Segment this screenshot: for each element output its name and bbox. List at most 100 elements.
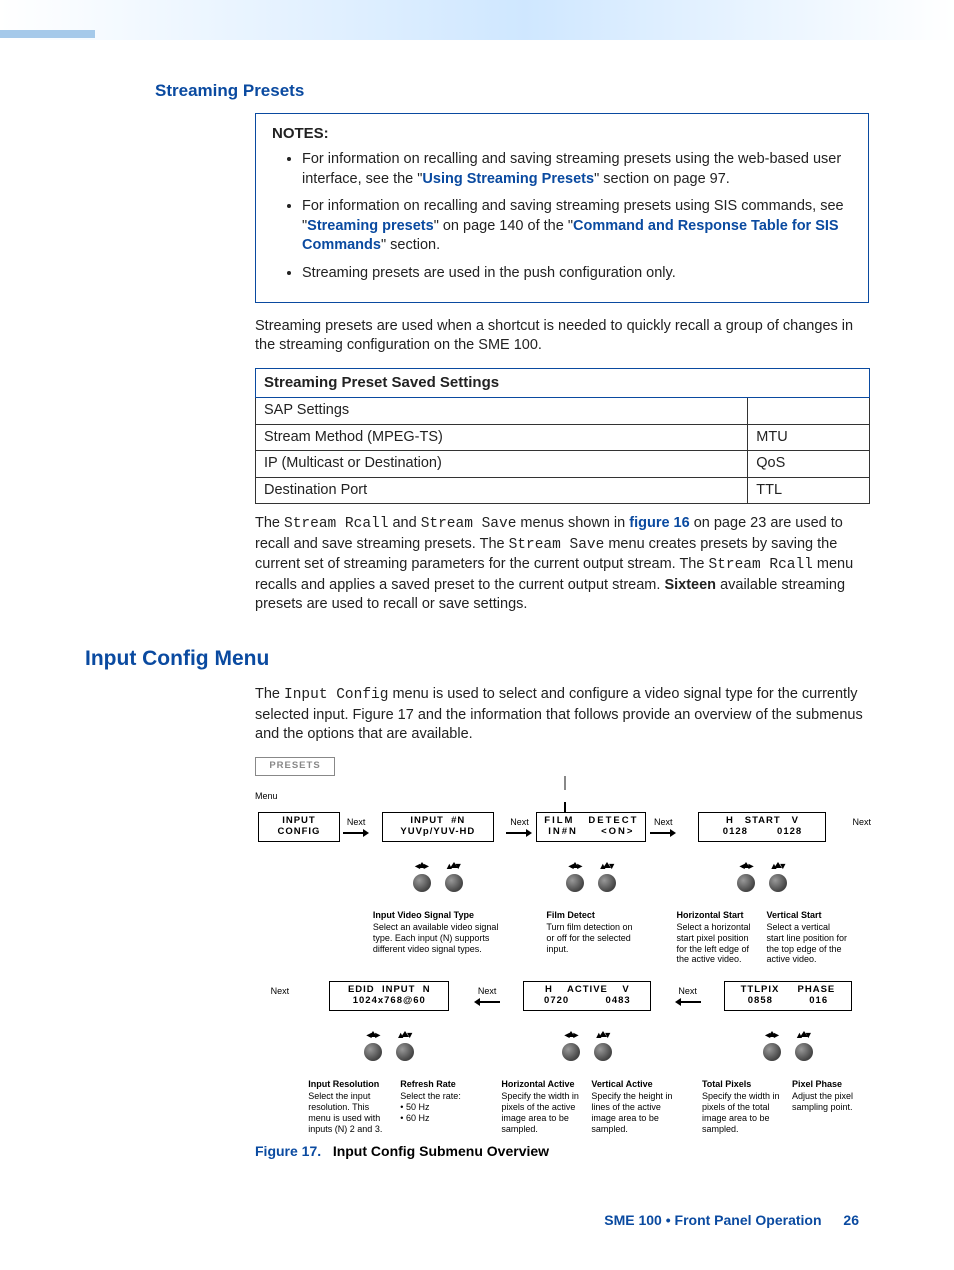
cell [748, 397, 870, 424]
notes-label: NOTES: [272, 124, 852, 144]
knob-icon [364, 1043, 382, 1061]
note-item: For information on recalling and saving … [302, 150, 852, 189]
footer-book: SME 100 • Front Panel Operation [604, 1212, 821, 1228]
desc-body: Select a vertical start line position fo… [766, 922, 847, 964]
menu-box-ttlpix-phase: TTLPIX PHASE 0858 016 [724, 981, 852, 1011]
desc-body: Adjust the pixel sampling point. [792, 1091, 853, 1112]
desc-body: Specify the width in pixels of the activ… [501, 1091, 579, 1133]
menu-box-film-detect: FILM DETECT IN#N <ON> [536, 812, 646, 842]
code-text: Input Config [284, 687, 388, 703]
table-row: SAP Settings [256, 397, 870, 424]
desc-body: Specify the width in pixels of the total… [702, 1091, 780, 1133]
cell: TTL [748, 477, 870, 504]
knob-icon [769, 874, 787, 892]
heading-input-config-menu: Input Config Menu [85, 645, 869, 673]
label-next: Next [510, 816, 529, 828]
text: Streaming presets are used in the push c… [302, 265, 676, 281]
table-row: Destination PortTTL [256, 477, 870, 504]
desc-body: Select the input resolution. This menu i… [308, 1091, 382, 1133]
desc-body: Specify the height in lines of the activ… [591, 1091, 672, 1133]
desc-body: Turn film detection on or off for the se… [546, 922, 632, 954]
paragraph: Streaming presets are used when a shortc… [255, 317, 869, 356]
knob-icon [795, 1043, 813, 1061]
label-next: Next [271, 985, 290, 997]
label-next: Next [852, 816, 871, 828]
link-using-streaming-presets[interactable]: Using Streaming Presets [422, 171, 594, 187]
knob-icon [763, 1043, 781, 1061]
figure-caption: Figure 17. Input Config Submenu Overview [255, 1142, 869, 1161]
desc-body: Select an available video signal type. E… [373, 922, 499, 954]
knob-icon [594, 1043, 612, 1061]
page-footer: SME 100 • Front Panel Operation 26 [85, 1211, 869, 1230]
text: and [388, 515, 420, 531]
desc-heading: Horizontal Start [676, 910, 758, 921]
desc-body: Select a horizontal start pixel position… [676, 922, 750, 964]
desc-body: Select the rate: [400, 1091, 461, 1101]
code-text: Stream Save [509, 537, 605, 553]
desc-heading: Input Resolution [308, 1079, 390, 1090]
text: The [255, 686, 284, 702]
table-row: Stream Method (MPEG-TS)MTU [256, 424, 870, 451]
knob-icon [562, 1043, 580, 1061]
paragraph: The Stream Rcall and Stream Save menus s… [255, 514, 869, 615]
paragraph: The Input Config menu is used to select … [255, 685, 869, 745]
desc-heading: Total Pixels [702, 1079, 784, 1090]
text: " on page 140 of the " [434, 218, 573, 234]
bullet: 50 Hz [406, 1102, 430, 1112]
footer-page-number: 26 [843, 1212, 859, 1228]
arrow-right-icon [506, 828, 532, 838]
figure-title: Input Config Submenu Overview [333, 1143, 549, 1159]
label-next: Next [678, 985, 697, 997]
knob-icon [413, 874, 431, 892]
note-item: For information on recalling and saving … [302, 197, 852, 256]
label-next: Next [478, 985, 497, 997]
label-menu: Menu [255, 790, 278, 802]
desc-heading: Film Detect [546, 910, 636, 921]
table-header: Streaming Preset Saved Settings [256, 368, 870, 397]
link-streaming-presets[interactable]: Streaming presets [307, 218, 434, 234]
cell: QoS [748, 451, 870, 478]
cell: Destination Port [256, 477, 748, 504]
menu-box-h-active-v: H ACTIVE V 0720 0483 [523, 981, 651, 1011]
desc-heading: Horizontal Active [501, 1079, 583, 1090]
menu-box-edid: EDID INPUT N 1024x768@60 [329, 981, 449, 1011]
cell: Stream Method (MPEG-TS) [256, 424, 748, 451]
knob-icon [737, 874, 755, 892]
bullet: 60 Hz [406, 1113, 430, 1123]
table-row: IP (Multicast or Destination)QoS [256, 451, 870, 478]
knob-icon [445, 874, 463, 892]
desc-heading: Input Video Signal Type [373, 910, 503, 921]
arrow-right-icon [650, 828, 676, 838]
menu-box-h-start-v: H START V 0128 0128 [698, 812, 826, 842]
cell: SAP Settings [256, 397, 748, 424]
menu-box-input-n: INPUT #N YUVp/YUV-HD [382, 812, 494, 842]
knob-icon [566, 874, 584, 892]
knob-icon [396, 1043, 414, 1061]
knob-icon [598, 874, 616, 892]
link-figure-16[interactable]: figure 16 [629, 515, 689, 531]
text: " section on page 97. [594, 171, 730, 187]
desc-heading: Pixel Phase [792, 1079, 874, 1090]
desc-heading: Vertical Start [766, 910, 848, 921]
heading-streaming-presets: Streaming Presets [155, 80, 869, 103]
header-stripe [0, 0, 954, 40]
cell: MTU [748, 424, 870, 451]
menu-box-presets: PRESETS [255, 757, 335, 776]
arrow-right-icon [343, 828, 369, 838]
figure-number: Figure 17. [255, 1143, 321, 1159]
text: menus shown in [516, 515, 629, 531]
text: The [255, 515, 284, 531]
arrow-left-icon [675, 997, 701, 1007]
menu-box-input-config: INPUT CONFIG [258, 812, 340, 842]
desc-heading: Refresh Rate [400, 1079, 470, 1090]
code-text: Stream Rcall [708, 557, 812, 573]
code-text: Stream Rcall [284, 516, 388, 532]
preset-settings-table: Streaming Preset Saved Settings SAP Sett… [255, 368, 870, 505]
bold-text: Sixteen [664, 577, 716, 593]
cell: IP (Multicast or Destination) [256, 451, 748, 478]
label-next: Next [654, 816, 673, 828]
input-config-diagram: PRESETS Menu INPUT CONFIG Next INPUT #N … [255, 757, 875, 1134]
note-item: Streaming presets are used in the push c… [302, 264, 852, 284]
label-next: Next [347, 816, 366, 828]
arrow-left-icon [474, 997, 500, 1007]
